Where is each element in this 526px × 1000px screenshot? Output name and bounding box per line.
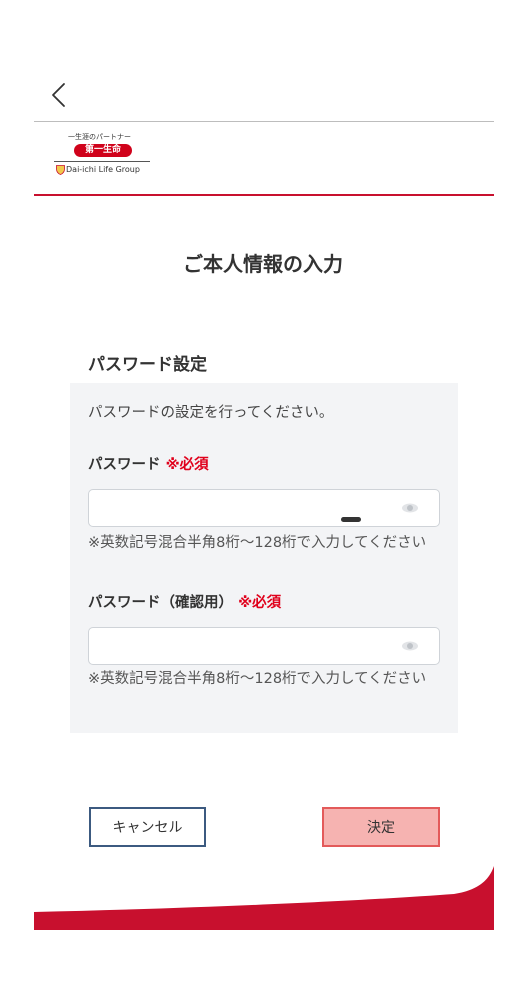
cancel-button[interactable]: キャンセル	[89, 807, 206, 847]
password-hint: ※英数記号混合半角8桁～128桁で入力してください	[88, 535, 427, 551]
header-divider	[34, 121, 494, 122]
password-label-text: パスワード	[88, 457, 161, 473]
required-badge: ※必須	[238, 595, 282, 611]
password-field-container	[88, 489, 440, 527]
footer-swoosh	[34, 866, 494, 930]
section-description: パスワードの設定を行ってください。	[88, 405, 334, 421]
password-confirm-field-container	[88, 627, 440, 665]
back-button[interactable]	[46, 80, 72, 110]
text-cursor-marker	[341, 517, 361, 522]
password-confirm-hint: ※英数記号混合半角8桁～128桁で入力してください	[88, 671, 427, 687]
chevron-left-icon	[52, 83, 65, 107]
brand-divider	[34, 194, 494, 196]
eye-icon[interactable]	[401, 502, 419, 514]
submit-button[interactable]: 決定	[322, 807, 440, 847]
password-confirm-label-text: パスワード（確認用）	[88, 595, 233, 611]
logo-brand: 第一生命	[74, 144, 132, 157]
eye-icon[interactable]	[401, 640, 419, 652]
shield-icon	[56, 165, 65, 175]
password-confirm-label: パスワード（確認用） ※必須	[88, 591, 281, 612]
logo-tagline: 一生涯のパートナー	[68, 133, 131, 141]
company-logo: 一生涯のパートナー 第一生命 Dai-ichi Life Group	[54, 128, 164, 180]
page-title: ご本人情報の入力	[183, 252, 343, 276]
section-title: パスワード設定	[88, 355, 207, 375]
required-badge: ※必須	[165, 457, 209, 473]
password-label: パスワード ※必須	[88, 453, 209, 474]
logo-group-name: Dai-ichi Life Group	[66, 165, 140, 174]
password-confirm-input[interactable]	[97, 632, 391, 662]
logo-underline	[54, 161, 150, 162]
